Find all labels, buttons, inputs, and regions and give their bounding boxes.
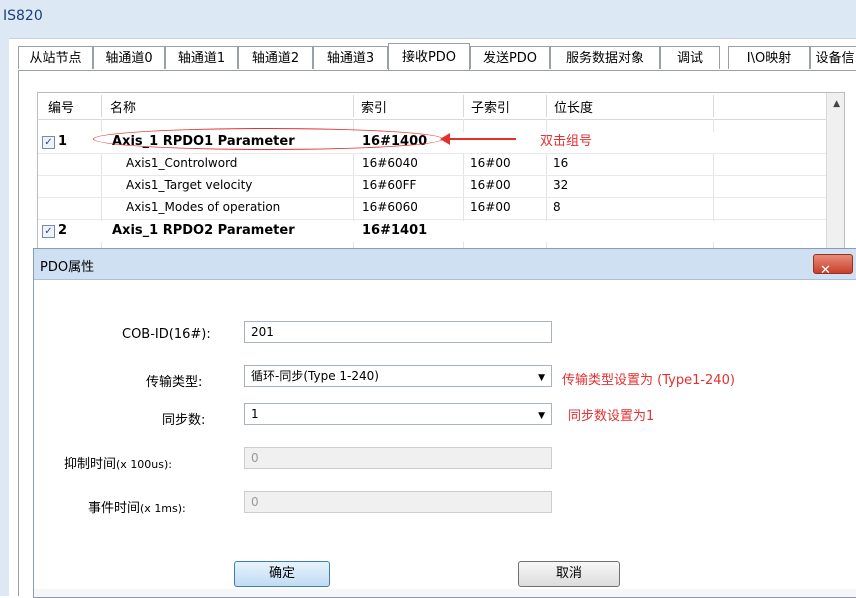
col-separator [713,95,714,117]
row-checkbox[interactable]: ✓ [42,225,55,238]
app-title: IS820 [3,8,43,24]
tab-debug[interactable]: 调试 [660,46,720,69]
row-bit-length: 8 [553,200,561,214]
inhibit-time-label-text: 抑制时间 [64,457,117,472]
annotation-transmission-type: 传输类型设置为 (Type1-240) [562,373,735,388]
sync-count-value: 1 [251,407,259,421]
annotation-oval [93,128,443,150]
col-header-name[interactable]: 名称 [110,97,136,116]
inhibit-time-label: 抑制时间(x 100us): [64,453,172,472]
close-button[interactable]: ✕ [813,254,853,278]
scroll-up-icon[interactable]: ▲ [833,99,840,109]
inhibit-time-input[interactable]: 0 [244,447,552,469]
row-name: Axis1_Target velocity [126,178,253,192]
tab-axis-channel-0[interactable]: 轴通道0 [93,46,165,69]
row-checkbox[interactable]: ✓ [42,136,55,149]
tab-device-info[interactable]: 设备信 [810,46,856,69]
event-time-unit: (x 1ms): [140,502,186,515]
ok-button[interactable]: 确定 [234,561,330,587]
row-bit-length: 16 [553,156,569,170]
table-row[interactable]: Axis1_Controlword 16#6040 16#00 16 [38,154,827,175]
row-name: Axis_1 RPDO2 Parameter [112,223,295,238]
col-header-subindex[interactable]: 子索引 [471,97,510,116]
tab-receive-pdo[interactable]: 接收PDO [388,43,470,70]
row-index: 16#6040 [362,156,418,170]
row-divider [38,219,827,220]
table-scrollbar[interactable]: ▲ [826,93,844,248]
col-header-number[interactable]: 编号 [48,97,74,116]
tab-slave-node[interactable]: 从站节点 [18,46,93,69]
cob-id-input[interactable]: 201 [244,321,552,343]
transmission-type-label: 传输类型: [146,375,203,390]
transmission-type-select[interactable]: 循环-同步(Type 1-240) ▼ [244,365,552,387]
col-separator [101,95,102,117]
tab-axis-channel-1[interactable]: 轴通道1 [165,46,238,69]
col-separator [463,95,464,117]
table-header: 编号 名称 索引 子索引 位长度 [38,93,844,120]
inhibit-time-unit: (x 100us): [116,458,173,471]
annotation-double-click: 双击组号 [540,134,593,149]
row-subindex: 16#00 [470,156,511,170]
annotation-arrow-head-icon [440,133,450,145]
tab-axis-channel-2[interactable]: 轴通道2 [238,46,313,69]
annotation-arrow [446,138,516,140]
col-separator [353,95,354,117]
row-subindex: 16#00 [470,200,511,214]
tab-transmit-pdo[interactable]: 发送PDO [470,46,550,69]
chevron-down-icon: ▼ [538,373,545,383]
left-panel-edge [0,38,9,596]
chevron-down-icon: ▼ [538,411,545,421]
pdo-properties-dialog: PDO属性 ✕ COB-ID(16#): 201 传输类型: 循环-同步(Typ… [33,248,856,598]
pdo-table: 编号 名称 索引 子索引 位长度 ✓ 1 Axis_1 RPDO1 Parame… [37,92,845,249]
cancel-button[interactable]: 取消 [518,561,620,587]
table-row[interactable]: Axis1_Modes of operation 16#6060 16#00 8 [38,198,827,219]
event-time-label-text: 事件时间 [88,501,141,516]
app-title-bar: IS820 [0,0,856,39]
row-index: 16#60FF [362,178,417,192]
row-index: 16#1401 [362,223,428,238]
transmission-type-value: 循环-同步(Type 1-240) [251,369,379,383]
tab-io-mapping[interactable]: I\O映射 [728,46,810,69]
dialog-title-bar: PDO属性 ✕ [34,249,856,280]
col-header-bit-length[interactable]: 位长度 [554,97,593,116]
table-row-group-2[interactable]: ✓ 2 Axis_1 RPDO2 Parameter 16#1401 [38,221,827,242]
tab-rule [18,70,856,71]
row-index: 16#6060 [362,200,418,214]
annotation-sync-count: 同步数设置为1 [568,409,655,424]
dialog-title: PDO属性 [40,260,95,275]
col-separator [546,95,547,117]
row-name: Axis1_Controlword [126,156,238,170]
row-number: 2 [58,223,68,238]
sync-count-label: 同步数: [162,413,206,428]
close-icon: ✕ [820,263,831,278]
event-time-label: 事件时间(x 1ms): [88,497,186,516]
cob-id-label: COB-ID(16#): [122,327,211,342]
col-header-index[interactable]: 索引 [361,97,387,116]
sync-count-select[interactable]: 1 ▼ [244,403,552,425]
row-name: Axis1_Modes of operation [126,200,281,214]
table-row[interactable]: Axis1_Target velocity 16#60FF 16#00 32 [38,176,827,197]
event-time-input[interactable]: 0 [244,491,552,513]
row-bit-length: 32 [553,178,569,192]
row-subindex: 16#00 [470,178,511,192]
row-number: 1 [58,134,68,149]
tab-axis-channel-3[interactable]: 轴通道3 [313,46,388,69]
tab-service-data-objects[interactable]: 服务数据对象 [550,46,660,69]
